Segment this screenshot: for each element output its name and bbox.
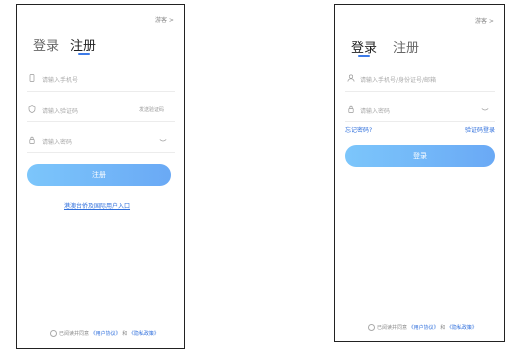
user-agreement-link[interactable]: 《用户协议》 bbox=[91, 331, 121, 337]
lock-icon bbox=[347, 105, 355, 113]
eye-closed-icon[interactable] bbox=[481, 105, 489, 113]
register-button[interactable]: 注册 bbox=[27, 164, 171, 186]
divider bbox=[27, 152, 175, 153]
login-screen: 游客 > 登录 注册 请输入手机号/身份证号/邮箱 请输入密码 忘记密码? 验证… bbox=[334, 4, 505, 342]
agree-prefix: 已阅读并同意 bbox=[59, 331, 90, 337]
divider bbox=[27, 121, 175, 122]
divider bbox=[345, 121, 495, 122]
tab-login[interactable]: 登录 bbox=[33, 35, 59, 54]
agree-and: 和 bbox=[122, 331, 128, 337]
login-button[interactable]: 登录 bbox=[345, 145, 495, 167]
agreement-text: 已阅读并同意 《用户协议》 和 《隐私政策》 bbox=[59, 330, 159, 337]
shield-icon bbox=[28, 105, 36, 113]
agreement-text: 已阅读并同意 《用户协议》 和 《隐私政策》 bbox=[377, 324, 477, 331]
guest-link[interactable]: 游客 > bbox=[155, 15, 174, 24]
phone-icon bbox=[28, 74, 36, 82]
register-screen: 游客 > 登录 注册 请输入手机号 请输入验证码 发送验证码 请输入密码 注册 … bbox=[16, 4, 185, 349]
user-agreement-link[interactable]: 《用户协议》 bbox=[409, 325, 439, 331]
agree-prefix: 已阅读并同意 bbox=[377, 325, 408, 331]
privacy-policy-link[interactable]: 《隐私政策》 bbox=[129, 331, 159, 337]
agree-checkbox[interactable] bbox=[368, 324, 375, 331]
eye-closed-icon[interactable] bbox=[159, 136, 167, 144]
user-icon bbox=[347, 74, 355, 82]
account-input[interactable]: 请输入手机号/身份证号/邮箱 bbox=[360, 75, 436, 84]
password-input[interactable]: 请输入密码 bbox=[42, 137, 72, 146]
divider bbox=[345, 91, 495, 92]
privacy-policy-link[interactable]: 《隐私政策》 bbox=[447, 325, 477, 331]
active-tab-indicator bbox=[358, 55, 370, 57]
sms-login-link[interactable]: 验证码登录 bbox=[465, 125, 495, 134]
agree-and: 和 bbox=[440, 325, 446, 331]
get-code-button[interactable]: 发送验证码 bbox=[139, 106, 164, 113]
lock-icon bbox=[28, 136, 36, 144]
password-input[interactable]: 请输入密码 bbox=[360, 106, 390, 115]
guest-link[interactable]: 游客 > bbox=[475, 16, 494, 25]
forgot-password-link[interactable]: 忘记密码? bbox=[345, 125, 372, 134]
phone-input[interactable]: 请输入手机号 bbox=[42, 75, 78, 84]
tab-login[interactable]: 登录 bbox=[351, 37, 377, 56]
code-input[interactable]: 请输入验证码 bbox=[42, 106, 78, 115]
agree-checkbox[interactable] bbox=[50, 330, 57, 337]
active-tab-indicator bbox=[78, 53, 90, 55]
divider bbox=[27, 91, 175, 92]
tab-register[interactable]: 注册 bbox=[393, 37, 419, 56]
tab-register[interactable]: 注册 bbox=[70, 35, 96, 54]
hmt-users-link[interactable]: 港澳台侨及国际用户入口 bbox=[64, 201, 130, 210]
